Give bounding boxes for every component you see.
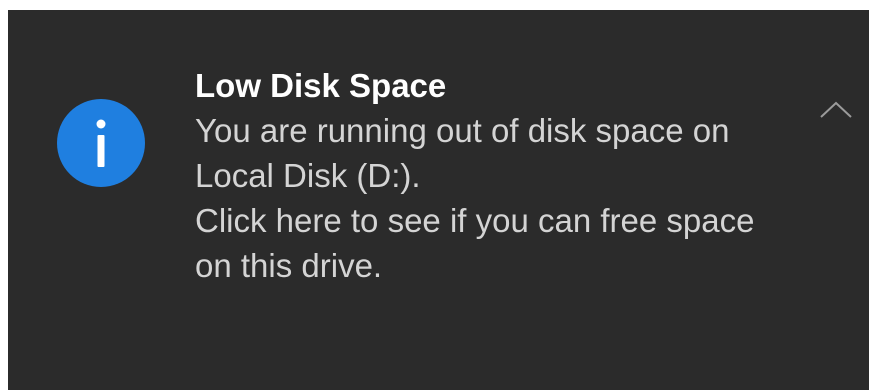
notification-content: Low Disk Space You are running out of di… bbox=[195, 64, 795, 288]
notification-message-line1: You are running out of disk space on Loc… bbox=[195, 112, 730, 194]
chevron-up-icon bbox=[820, 101, 852, 118]
info-icon bbox=[57, 99, 145, 187]
collapse-button[interactable] bbox=[812, 90, 860, 130]
info-icon-glyph bbox=[96, 119, 106, 167]
notification-title: Low Disk Space bbox=[195, 67, 447, 104]
notification-message-line2: Click here to see if you can free space … bbox=[195, 202, 755, 284]
low-disk-space-notification[interactable]: Low Disk Space You are running out of di… bbox=[8, 10, 869, 390]
